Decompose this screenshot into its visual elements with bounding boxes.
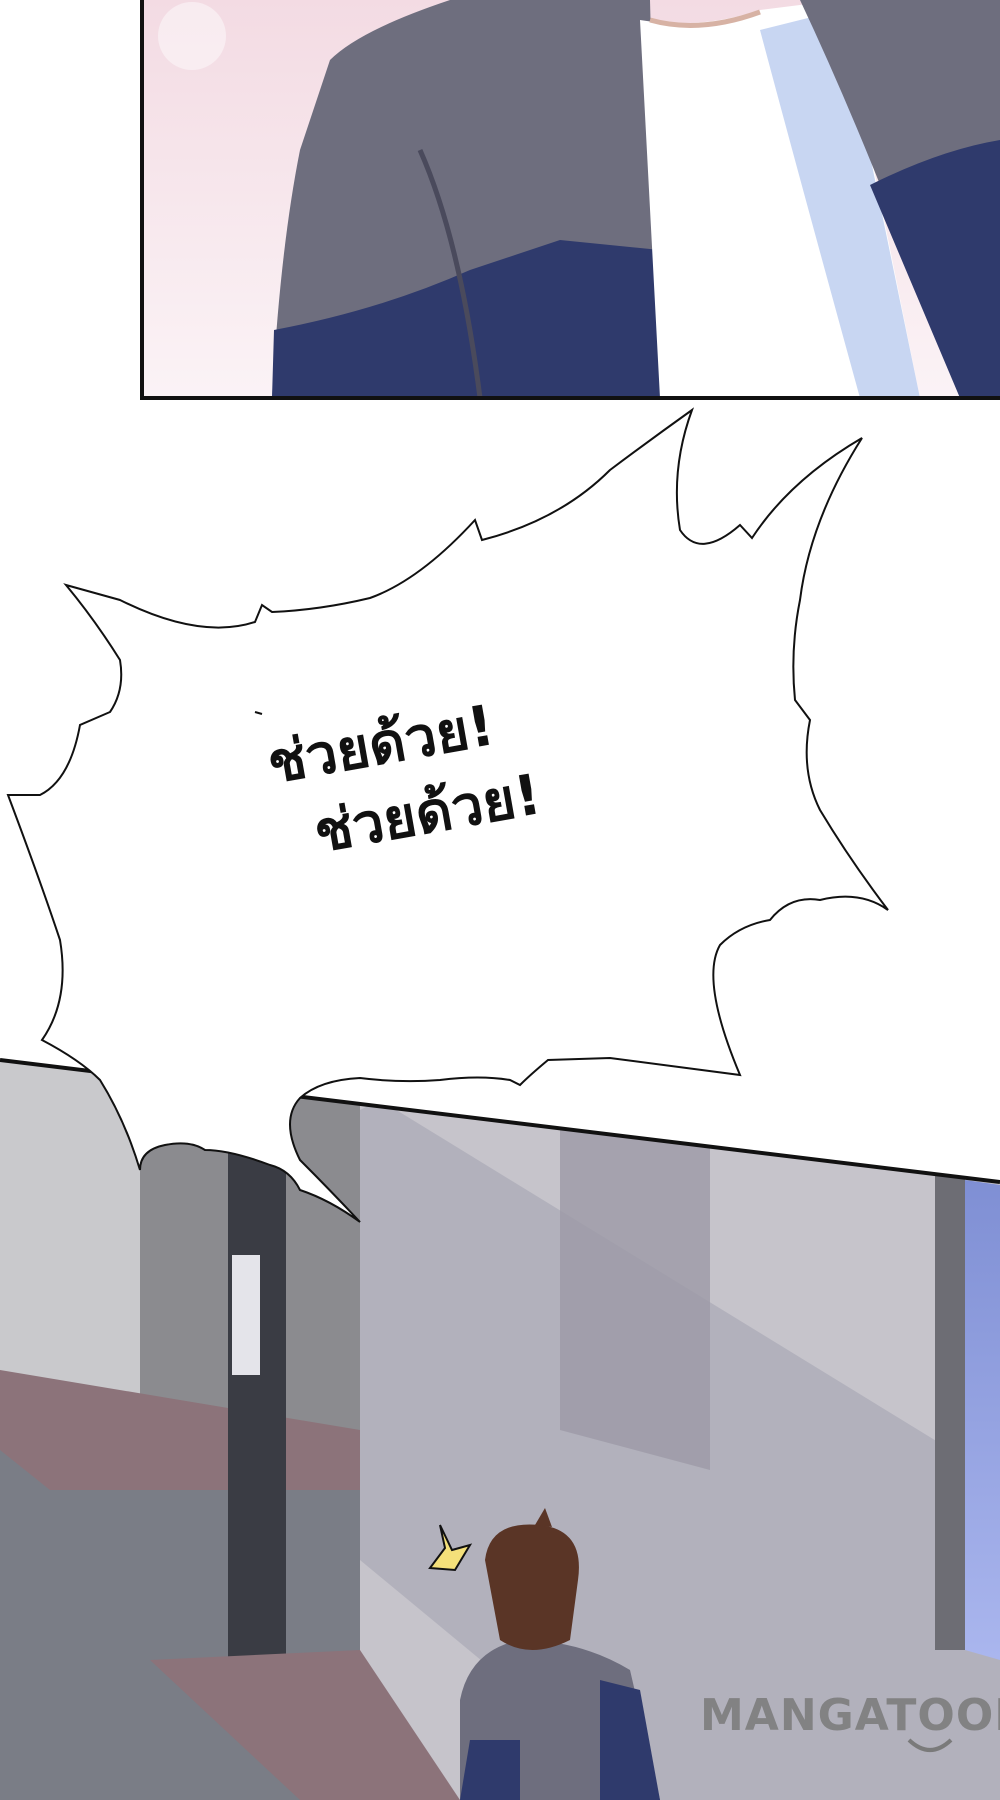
watermark-smile-icon xyxy=(907,1738,953,1752)
mangatoon-watermark: MANGATOON xyxy=(700,1690,1000,1741)
speech-bubble-shape xyxy=(6,407,889,1223)
comic-page: ช่วยด้วย! ช่วยด้วย! MANGATOON xyxy=(0,0,1000,1800)
